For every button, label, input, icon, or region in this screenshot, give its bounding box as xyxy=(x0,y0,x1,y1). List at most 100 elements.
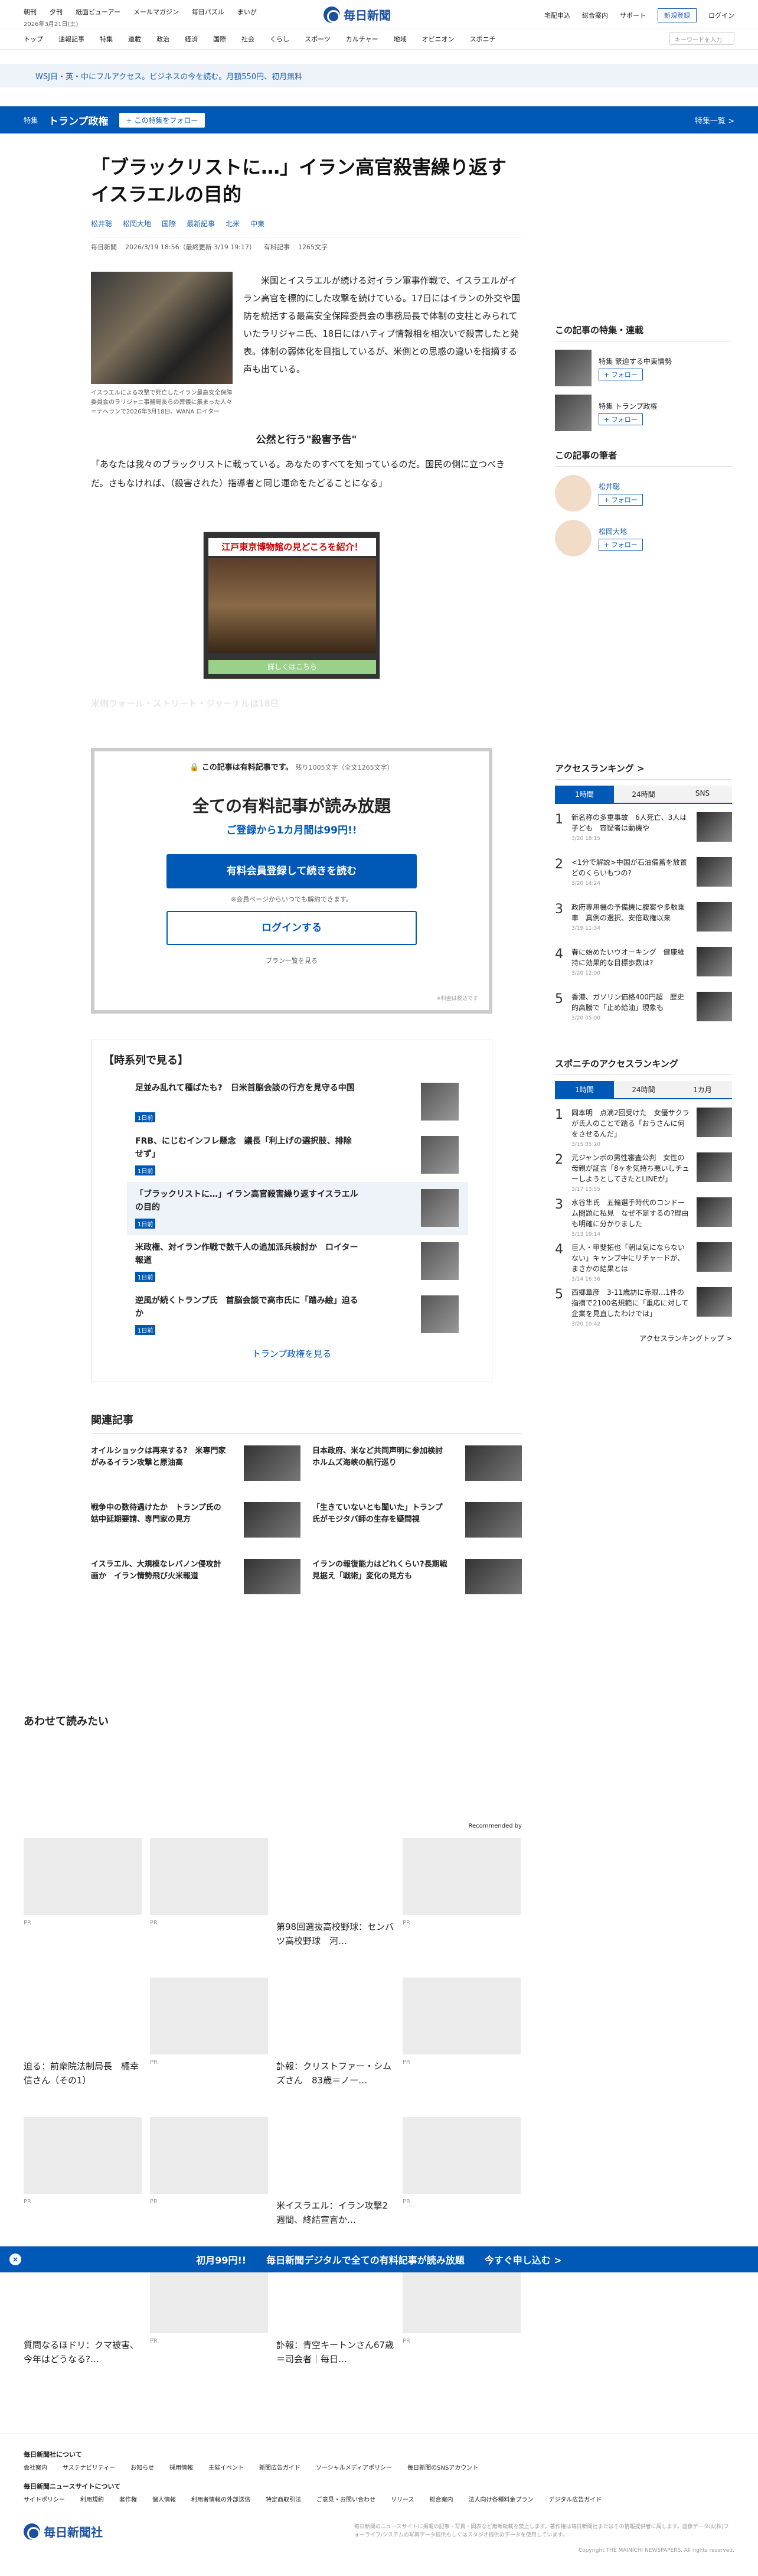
close-icon[interactable]: × xyxy=(9,2253,21,2265)
footer-link[interactable]: 利用規約 xyxy=(80,2494,104,2503)
nav-item[interactable]: 連載 xyxy=(128,34,141,44)
footer-link[interactable]: 著作権 xyxy=(119,2494,137,2503)
top-link[interactable]: まいが xyxy=(237,7,257,17)
recommended-card[interactable]: PR xyxy=(403,2117,521,2235)
feature-row[interactable]: 特集 緊迫する中東情勢 + フォロー xyxy=(555,350,732,386)
recommended-card[interactable]: PR xyxy=(150,1838,268,1956)
timeline-item[interactable]: 逆風が続くトランプ氏 首脳会談で高市氏に「踏み絵」迫るか 1日前 xyxy=(127,1288,468,1341)
nav-item[interactable]: トップ xyxy=(24,34,43,44)
feature-title[interactable]: トランプ政権 xyxy=(48,113,109,128)
top-link[interactable]: 夕刊 xyxy=(50,7,63,17)
footer-link[interactable]: ご意見・お問い合わせ xyxy=(316,2494,375,2503)
lead-photo[interactable] xyxy=(91,272,233,384)
ranking-item[interactable]: 1 岡本明 点滴2回受けた 女優サクラが氏人のことで踏る「おうさんに何をさせるんだ… xyxy=(555,1108,732,1148)
footer-link[interactable]: 会社案内 xyxy=(24,2463,47,2471)
related-item[interactable]: オイルショックは再来する? 米専門家がみるイラン攻撃と原油高 xyxy=(91,1445,300,1490)
ranking-item[interactable]: 2 元ジャンボの男性審査公判 女性の母親が証言「8ヶを気持ち悪いしチューしようとし… xyxy=(555,1152,732,1193)
nav-item[interactable]: スポニチ xyxy=(470,34,496,44)
recommended-card[interactable]: 質問なるほドリ：クマ被害、今年はどうなる?… xyxy=(24,2256,142,2375)
tab-1month[interactable]: 1カ月 xyxy=(673,1081,732,1098)
footer-logo[interactable]: 毎日新聞社 xyxy=(24,2523,103,2540)
top-link[interactable]: 紙面ビューアー xyxy=(76,7,120,17)
recommended-card[interactable]: 第98回選抜高校野球：センバツ高校野球 河… xyxy=(276,1838,394,1956)
sticky-promo[interactable]: × 初月99円!! 毎日新聞デジタルで全ての有料記事が読み放題 今すぐ申し込む … xyxy=(0,2246,758,2272)
related-item[interactable]: 「生きていないとも聞いた」トランプ氏がモジタバ師の生存を疑問視 xyxy=(312,1502,522,1547)
tag-link[interactable]: 最新記事 xyxy=(187,219,215,229)
recommended-card[interactable]: PR xyxy=(403,1978,521,2096)
tab-1hour[interactable]: 1時間 xyxy=(555,786,614,803)
delivery-link[interactable]: 宅配申込 xyxy=(544,11,570,20)
footer-link[interactable]: 法人向け各種料金プラン xyxy=(469,2494,534,2503)
author-link[interactable]: 松井聡 xyxy=(91,219,112,229)
recommended-card[interactable]: 迫る：前衆院法制局長 橘幸信さん（その1） xyxy=(24,1978,142,2096)
promo-cta[interactable]: 今すぐ申し込む > xyxy=(485,2252,562,2266)
recommended-card[interactable]: 訃報：青空キートンさん67歳＝司会者｜毎日… xyxy=(276,2256,394,2375)
follow-button[interactable]: + フォロー xyxy=(599,493,643,506)
recommended-card[interactable]: PR xyxy=(150,2117,268,2235)
timeline-item[interactable]: 足並み乱れて種ばたも? 日米首脳会談の行方を見守る中国 1日前 xyxy=(127,1076,468,1129)
follow-feature-button[interactable]: + この特集をフォロー xyxy=(119,112,205,128)
follow-button[interactable]: + フォロー xyxy=(599,538,643,551)
nav-item[interactable]: 国際 xyxy=(213,34,226,44)
plan-list-link[interactable]: プラン一覧を見る xyxy=(94,956,489,965)
footer-link[interactable]: サイトポリシー xyxy=(24,2494,65,2503)
ranking-heading[interactable]: アクセスランキング > xyxy=(555,762,732,780)
timeline-more-link[interactable]: トランプ政権を見る xyxy=(92,1347,492,1360)
login-button[interactable]: ログインする xyxy=(166,911,417,945)
tag-link[interactable]: 中東 xyxy=(250,219,264,229)
footer-link[interactable]: デジタル広告ガイド xyxy=(549,2494,602,2503)
top-link[interactable]: メールマガジン xyxy=(133,7,179,17)
timeline-item-current[interactable]: 「ブラックリストに…」イラン高官殺害繰り返すイスラエルの目的 1日前 xyxy=(127,1182,468,1235)
footer-link[interactable]: 総合案内 xyxy=(430,2494,453,2503)
author-link[interactable]: 松岡大地 xyxy=(123,219,151,229)
tag-link[interactable]: 国際 xyxy=(162,219,176,229)
footer-link[interactable]: リリース xyxy=(391,2494,414,2503)
search-input[interactable]: キーワードを入力 xyxy=(669,32,734,45)
related-item[interactable]: イランの報復能力はどれくらい?長期戦見据え「戦術」変化の見方も xyxy=(312,1559,522,1604)
tab-24hour[interactable]: 24時間 xyxy=(614,786,673,803)
nav-item[interactable]: オピニオン xyxy=(422,34,455,44)
nav-item[interactable]: 速報記事 xyxy=(58,34,84,44)
promo-banner[interactable]: WSJ日・英・中にフルアクセス。ビジネスの今を読む。月額550円、初月無料 xyxy=(0,64,758,87)
recommended-card[interactable]: 訃報：クリストファー・シムズさん 83歳＝ノー… xyxy=(276,1978,394,2096)
nav-item[interactable]: 政治 xyxy=(156,34,169,44)
footer-link[interactable]: 採用情報 xyxy=(169,2463,193,2471)
follow-button[interactable]: + フォロー xyxy=(599,413,643,425)
recommended-card[interactable]: PR xyxy=(24,1838,142,1956)
recommended-card[interactable]: PR xyxy=(24,2117,142,2235)
nav-item[interactable]: 特集 xyxy=(100,34,113,44)
ranking-item[interactable]: 3 水谷隼氏 五輪選手時代のコンドーム問題に私見 なぜ不足するの?理由も明確に分か… xyxy=(555,1197,732,1237)
footer-link[interactable]: 新聞広告ガイド xyxy=(259,2463,300,2471)
ranking-item[interactable]: 5 西郷章彦 3-11歳訪に赤眼…1件の指摘で2100名規範に「重応に対して企業を… xyxy=(555,1287,732,1327)
guide-link[interactable]: 総合案内 xyxy=(582,11,608,20)
footer-link[interactable]: サステナビリティー xyxy=(63,2463,115,2471)
ranking-top-link[interactable]: アクセスランキングトップ > xyxy=(555,1333,732,1343)
ranking-item[interactable]: 2 <1分で解説>中国が石油備蓄を放置 どのくらいもつの? 3/20 14:24 xyxy=(555,857,732,894)
nav-item[interactable]: 経済 xyxy=(185,34,198,44)
recommended-card[interactable]: PR xyxy=(150,1978,268,2096)
recommended-card[interactable]: PR xyxy=(403,1838,521,1956)
related-item[interactable]: 戦争中の数待遇けたか トランプ氏の姑中延期要請、専門家の見方 xyxy=(91,1502,300,1547)
ranking-item[interactable]: 5 香港、ガソリン価格400円超 歴史的高騰で「止め給油」現象も 3/20 05:0… xyxy=(555,992,732,1028)
site-logo[interactable]: 毎日新聞 xyxy=(324,6,391,23)
follow-button[interactable]: + フォロー xyxy=(599,368,643,380)
login-link[interactable]: ログイン xyxy=(708,11,734,20)
nav-item[interactable]: スポーツ xyxy=(305,34,331,44)
footer-link[interactable]: 個人情報 xyxy=(152,2494,176,2503)
tab-1hour[interactable]: 1時間 xyxy=(555,1081,614,1098)
support-link[interactable]: サポート xyxy=(620,11,646,20)
footer-link[interactable]: ソーシャルメディアポリシー xyxy=(316,2463,392,2471)
author-row[interactable]: 松岡大地 + フォロー xyxy=(555,520,732,556)
ranking-item[interactable]: 4 春に始めたいウオーキング 健康維持に効果的な目標歩数は? 3/20 12:00 xyxy=(555,947,732,983)
related-item[interactable]: イスラエル、大規模なレバノン侵攻計画か イラン情勢飛び火米報道 xyxy=(91,1559,300,1604)
feature-list-link[interactable]: 特集一覧 > xyxy=(695,115,734,126)
tab-sns[interactable]: SNS xyxy=(673,786,732,803)
footer-link[interactable]: 利用者情報の外部送信 xyxy=(191,2494,250,2503)
nav-item[interactable]: 社会 xyxy=(241,34,254,44)
footer-link[interactable]: 主催イベント xyxy=(208,2463,244,2471)
nav-item[interactable]: カルチャー xyxy=(346,34,378,44)
inline-ad[interactable]: 江戸東京博物館の見どころを紹介！ 詳しくはこちら xyxy=(203,532,380,679)
timeline-item[interactable]: FRB、にじむインフレ懸念 議長「利上げの選択肢、排除せず」 1日前 xyxy=(127,1129,468,1182)
timeline-item[interactable]: 米政権、対イラン作戦で数千人の追加派兵検討か ロイター報道 1日前 xyxy=(127,1235,468,1288)
feature-row[interactable]: 特集 トランプ政権 + フォロー xyxy=(555,395,732,431)
